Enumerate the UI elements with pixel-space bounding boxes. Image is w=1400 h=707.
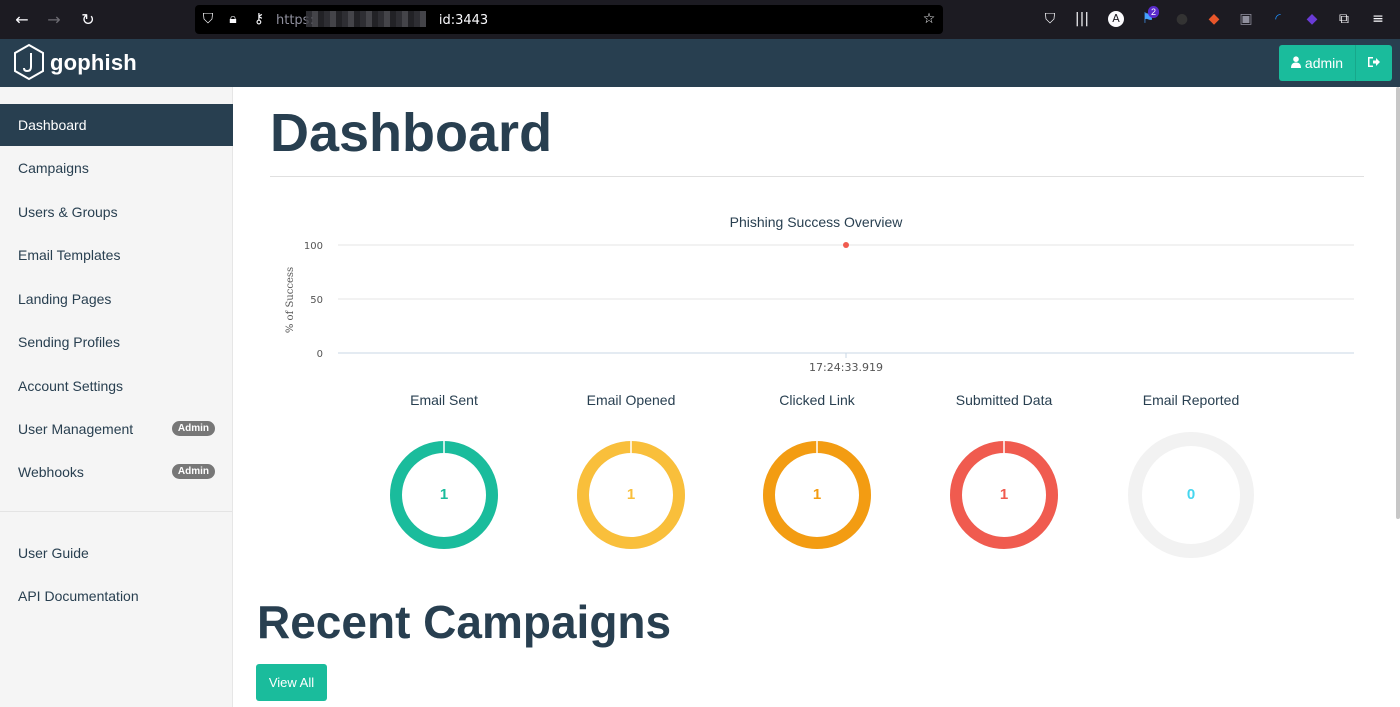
sidebar-item-users-groups[interactable]: Users & Groups: [0, 191, 233, 233]
lock-icon[interactable]: 🔒︎: [224, 10, 242, 28]
permissions-icon[interactable]: ⚷: [250, 10, 268, 28]
url-host: id:3443: [438, 13, 489, 28]
sidebar-item-user-management[interactable]: User Management Admin: [0, 408, 233, 450]
sidebar-item-label: Email Templates: [18, 247, 121, 263]
view-all-button[interactable]: View All: [256, 664, 327, 701]
more-extension-icon[interactable]: ▣: [1236, 9, 1256, 29]
stat-ring: 1: [939, 430, 1069, 560]
sidebar-item-label: Landing Pages: [18, 291, 112, 307]
admin-label: admin: [1304, 55, 1344, 71]
brand-name[interactable]: gophish: [50, 50, 137, 76]
chart-title: Phishing Success Overview: [730, 214, 904, 230]
stat-submitted-data: Submitted Data 1: [924, 392, 1084, 560]
stat-value: 1: [999, 486, 1009, 503]
menu-icon[interactable]: ≡: [1368, 9, 1388, 29]
sidebar-item-account-settings[interactable]: Account Settings: [0, 365, 233, 407]
y-tick-label: 0: [317, 349, 323, 360]
circle-extension-icon[interactable]: ◜: [1268, 9, 1288, 29]
stat-ring: 1: [566, 430, 696, 560]
sidebar-item-webhooks[interactable]: Webhooks Admin: [0, 451, 233, 493]
x-tick-label: 17:24:33.919: [809, 361, 883, 374]
sidebar-link-label: API Documentation: [18, 588, 139, 604]
redacted-host: [306, 11, 426, 27]
stat-value: 1: [812, 486, 822, 503]
y-tick-label: 50: [310, 295, 323, 306]
stat-ring: 1: [752, 430, 882, 560]
reload-icon[interactable]: ↻: [77, 9, 99, 31]
user-menu: admin: [1279, 45, 1392, 81]
sidebar-item-dashboard[interactable]: Dashboard: [0, 104, 233, 146]
gophish-logo-icon[interactable]: [12, 43, 46, 81]
sidebar-divider: [0, 511, 232, 512]
sidebar-link-api-documentation[interactable]: API Documentation: [0, 575, 233, 617]
sidebar-item-campaigns[interactable]: Campaigns: [0, 147, 233, 189]
y-tick-label: 100: [304, 241, 323, 252]
stat-ring: 1: [379, 430, 509, 560]
back-icon[interactable]: ←: [11, 9, 33, 31]
phishing-success-chart: Phishing Success Overview % of Success 0…: [270, 200, 1370, 390]
top-navbar: gophish admin: [0, 39, 1400, 87]
sidebar-item-label: Account Settings: [18, 378, 124, 394]
recent-campaigns-title: Recent Campaigns: [257, 596, 672, 648]
sidebar-link-user-guide[interactable]: User Guide: [0, 532, 233, 574]
page-title: Dashboard: [270, 103, 553, 163]
stat-label: Submitted Data: [955, 392, 1053, 408]
library-icon[interactable]: |||: [1072, 9, 1092, 29]
scrollbar[interactable]: [1396, 87, 1400, 519]
stat-value: 0: [1186, 486, 1196, 503]
admin-button[interactable]: admin: [1279, 45, 1356, 81]
title-divider: [270, 176, 1364, 177]
fox-extension-icon[interactable]: ◆: [1204, 9, 1224, 29]
admin-badge: Admin: [171, 421, 215, 436]
pocket-icon[interactable]: ⛉: [1040, 9, 1060, 29]
sidebar-item-label: Users & Groups: [18, 204, 118, 220]
account-icon[interactable]: A: [1108, 11, 1124, 27]
browser-toolbar: ← → ↻ ⛉ 🔒︎ ⚷ https: id:3443 ☆ ⛉ ||| A ⚑ 2…: [0, 0, 1400, 39]
y-axis-label: % of Success: [285, 267, 296, 333]
stat-email-opened: Email Opened 1: [551, 392, 711, 560]
stat-value: 1: [439, 486, 449, 503]
sign-out-icon: [1367, 55, 1381, 71]
stat-label: Email Sent: [410, 392, 478, 408]
mask-extension-icon[interactable]: ●: [1172, 9, 1192, 29]
stat-value: 1: [626, 486, 636, 503]
admin-badge: Admin: [171, 464, 215, 479]
sidebar-item-email-templates[interactable]: Email Templates: [0, 234, 233, 276]
sidebar-item-sending-profiles[interactable]: Sending Profiles: [0, 321, 233, 363]
sidebar: Dashboard Campaigns Users & Groups Email…: [0, 87, 233, 707]
extension-badge: 2: [1148, 6, 1160, 18]
sidebar-item-label: Dashboard: [18, 117, 87, 133]
sidebar-link-label: User Guide: [18, 545, 89, 561]
sidebar-item-label: Campaigns: [18, 160, 89, 176]
stat-label: Clicked Link: [779, 392, 855, 408]
extensions-puzzle-icon[interactable]: ⧉: [1334, 9, 1354, 29]
shield-icon[interactable]: ⛉: [199, 10, 217, 28]
user-icon: [1290, 55, 1301, 71]
data-point[interactable]: [843, 242, 849, 248]
bookmark-star-icon[interactable]: ☆: [920, 10, 938, 28]
stat-clicked-link: Clicked Link 1: [737, 392, 897, 560]
sidebar-item-label: Webhooks: [18, 464, 84, 480]
sidebar-item-label: User Management: [18, 421, 134, 437]
stat-email-sent: Email Sent 1: [364, 392, 524, 560]
sidebar-item-label: Sending Profiles: [18, 334, 120, 350]
logout-button[interactable]: [1356, 45, 1392, 81]
stat-label: Email Reported: [1142, 392, 1240, 408]
diamond-extension-icon[interactable]: ◆: [1302, 9, 1322, 29]
stat-ring: 0: [1126, 430, 1256, 560]
sidebar-item-landing-pages[interactable]: Landing Pages: [0, 278, 233, 320]
forward-icon[interactable]: →: [43, 9, 65, 31]
stat-label: Email Opened: [586, 392, 676, 408]
stat-email-reported: Email Reported 0: [1111, 392, 1271, 560]
